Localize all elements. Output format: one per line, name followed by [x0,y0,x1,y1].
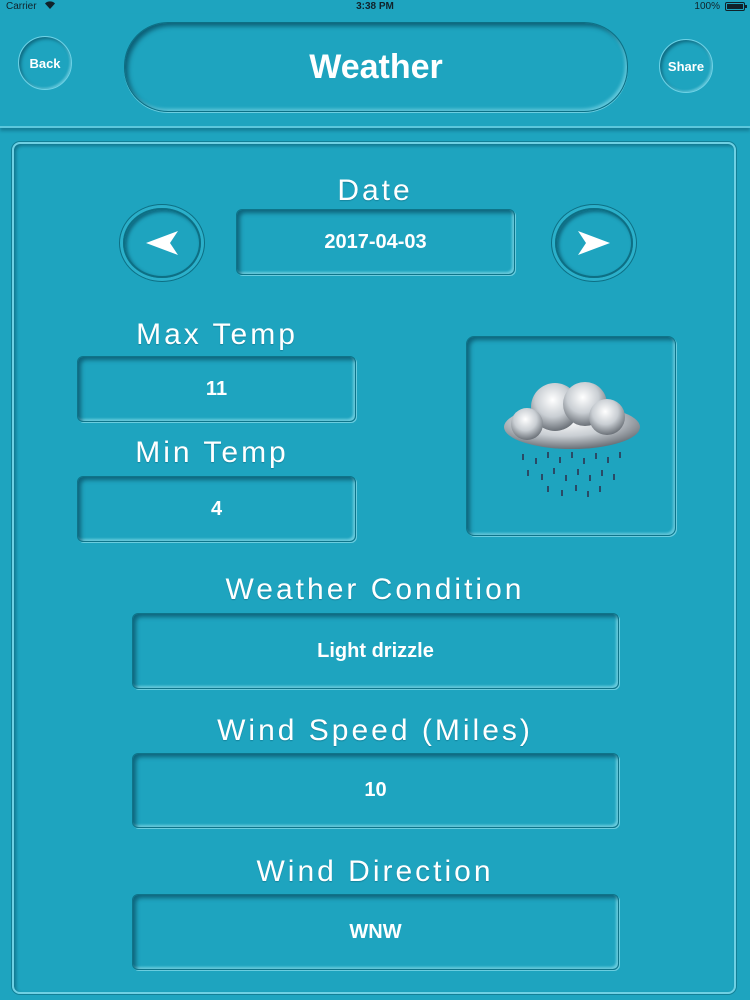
share-button[interactable]: Share [659,39,713,93]
max-temp-label: Max Temp [136,318,298,351]
max-temp-field: 11 [77,356,356,422]
arrow-right-icon [578,231,610,255]
min-temp-field: 4 [77,476,356,542]
wind-speed-field: 10 [132,753,619,828]
page-title: Weather [124,22,628,112]
wind-direction-label: Wind Direction [256,855,494,888]
weather-condition-field: Light drizzle [132,613,619,689]
status-bar: Carrier 3:38 PM 100% [0,0,750,14]
min-temp-label: Min Temp [135,436,289,469]
status-time: 3:38 PM [356,1,394,12]
date-field: 2017-04-03 [236,209,515,275]
next-date-button[interactable] [555,208,633,278]
battery-percent: 100% [694,1,720,12]
wind-direction-field: WNW [132,894,619,970]
back-button[interactable]: Back [18,36,72,90]
weather-condition-label: Weather Condition [225,573,525,606]
date-label: Date [337,174,413,207]
arrow-left-icon [146,231,178,255]
header-bar: Back Weather Share [0,14,750,128]
wind-speed-label: Wind Speed (Miles) [217,714,533,747]
battery-icon [725,2,747,11]
previous-date-button[interactable] [123,208,201,278]
weather-image-frame [466,336,676,536]
rain-cloud-icon [504,382,640,497]
